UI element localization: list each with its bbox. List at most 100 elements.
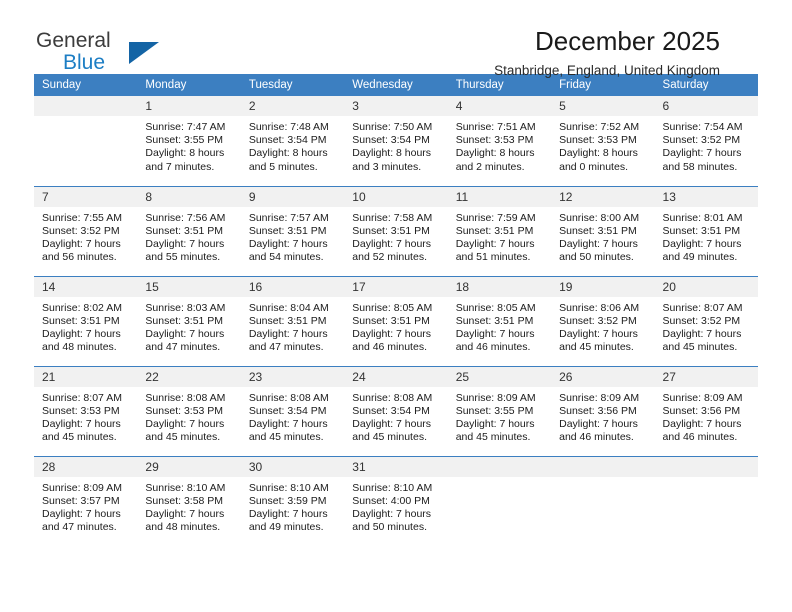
day-detail-line: Daylight: 7 hours bbox=[42, 417, 121, 430]
calendar-empty-cell bbox=[34, 96, 138, 186]
day-detail-line: Sunrise: 7:48 AM bbox=[248, 121, 329, 133]
day-detail-line: and 5 minutes. bbox=[248, 160, 318, 173]
day-detail-line: Sunrise: 8:09 AM bbox=[455, 391, 536, 404]
day-detail-line: and 49 minutes. bbox=[662, 251, 738, 264]
day-detail-line: Daylight: 7 hours bbox=[145, 507, 225, 520]
calendar-day-cell[interactable]: 15 Sunrise: 8:03 AM Sunset: 3:51 PM Dayligh… bbox=[137, 275, 241, 366]
day-detail-line: Sunset: 3:54 PM bbox=[352, 134, 430, 147]
calendar-day-cell[interactable]: 25 Sunrise: 8:09 AM Sunset: 3:55 PM Dayligh… bbox=[447, 365, 552, 456]
calendar-day-cell[interactable]: 11 Sunrise: 7:59 AM Sunset: 3:51 PM Dayligh… bbox=[447, 185, 552, 276]
general-blue-logo[interactable]: General Blue bbox=[36, 30, 216, 78]
day-detail-line: Sunrise: 7:52 AM bbox=[559, 121, 640, 133]
day-detail-line: Sunrise: 8:05 AM bbox=[455, 301, 536, 314]
calendar-day-cell[interactable]: 17 Sunrise: 8:05 AM Sunset: 3:51 PM Dayligh… bbox=[344, 275, 448, 366]
day-detail-line: Sunrise: 8:05 AM bbox=[352, 301, 433, 314]
calendar-day-cell[interactable]: 5 Sunrise: 7:52 AM Sunset: 3:53 PM Daylight… bbox=[551, 96, 655, 186]
calendar-day-cell[interactable]: 29 Sunrise: 8:10 AM Sunset: 3:58 PM Dayligh… bbox=[137, 455, 241, 546]
day-detail-line: and 46 minutes. bbox=[559, 431, 634, 444]
calendar-day-cell[interactable]: 16 Sunrise: 8:04 AM Sunset: 3:51 PM Dayligh… bbox=[240, 275, 345, 366]
calendar-body: 1 Sunrise: 7:47 AM Sunset: 3:55 PM Daylight… bbox=[34, 96, 758, 546]
day-details: Sunrise: 7:47 AM Sunset: 3:55 PM Daylight:… bbox=[137, 116, 240, 174]
day-number: 31 bbox=[344, 456, 448, 477]
calendar-day-cell[interactable]: 2 Sunrise: 7:48 AM Sunset: 3:54 PM Daylight… bbox=[240, 96, 345, 186]
day-details: Sunrise: 7:57 AM Sunset: 3:51 PM Daylight:… bbox=[241, 207, 344, 265]
day-number: 15 bbox=[137, 276, 241, 297]
day-detail-line: Sunset: 3:51 PM bbox=[352, 314, 430, 327]
calendar-day-cell[interactable]: 3 Sunrise: 7:50 AM Sunset: 3:54 PM Daylight… bbox=[344, 96, 448, 186]
day-detail-line: and 2 minutes. bbox=[455, 160, 525, 173]
calendar-day-cell[interactable]: 30 Sunrise: 8:10 AM Sunset: 3:59 PM Dayligh… bbox=[240, 455, 345, 546]
calendar-day-cell[interactable]: 31 Sunrise: 8:10 AM Sunset: 4:00 PM Dayligh… bbox=[344, 455, 448, 546]
day-detail-line: Sunset: 3:53 PM bbox=[455, 134, 534, 147]
day-detail-line: Daylight: 7 hours bbox=[559, 237, 638, 250]
day-number: 1 bbox=[137, 96, 241, 116]
day-detail-line: Sunrise: 7:57 AM bbox=[248, 211, 329, 224]
calendar-day-cell[interactable]: 7 Sunrise: 7:55 AM Sunset: 3:52 PM Daylight… bbox=[34, 185, 138, 276]
day-details: Sunrise: 7:55 AM Sunset: 3:52 PM Daylight:… bbox=[34, 207, 137, 265]
day-detail-line: and 45 minutes. bbox=[455, 431, 531, 444]
day-detail-line: Daylight: 7 hours bbox=[455, 237, 535, 250]
day-detail-line: Sunset: 3:51 PM bbox=[455, 224, 534, 237]
day-number: 8 bbox=[137, 186, 241, 207]
calendar-day-cell[interactable]: 28 Sunrise: 8:09 AM Sunset: 3:57 PM Dayligh… bbox=[34, 455, 138, 546]
calendar-day-cell[interactable]: 19 Sunrise: 8:06 AM Sunset: 3:52 PM Dayligh… bbox=[551, 275, 655, 366]
day-detail-line: Sunrise: 8:07 AM bbox=[662, 301, 743, 314]
day-detail-line: and 49 minutes. bbox=[248, 521, 324, 534]
day-detail-line: Sunset: 3:51 PM bbox=[248, 224, 327, 237]
calendar-day-cell[interactable]: 8 Sunrise: 7:56 AM Sunset: 3:51 PM Daylight… bbox=[137, 185, 241, 276]
day-details: Sunrise: 8:08 AM Sunset: 3:54 PM Daylight:… bbox=[241, 387, 344, 445]
day-detail-line: Daylight: 7 hours bbox=[559, 417, 638, 430]
day-detail-line: Sunrise: 8:10 AM bbox=[352, 481, 433, 494]
calendar-day-cell[interactable]: 27 Sunrise: 8:09 AM Sunset: 3:56 PM Dayligh… bbox=[654, 365, 758, 456]
calendar-day-cell[interactable]: 9 Sunrise: 7:57 AM Sunset: 3:51 PM Daylight… bbox=[240, 185, 345, 276]
calendar-week-row: 14 Sunrise: 8:02 AM Sunset: 3:51 PM Dayligh… bbox=[34, 275, 758, 366]
calendar-day-cell[interactable]: 21 Sunrise: 8:07 AM Sunset: 3:53 PM Dayligh… bbox=[34, 365, 138, 456]
calendar-day-cell[interactable]: 18 Sunrise: 8:05 AM Sunset: 3:51 PM Dayligh… bbox=[447, 275, 552, 366]
day-number bbox=[654, 456, 758, 477]
calendar-day-cell[interactable]: 6 Sunrise: 7:54 AM Sunset: 3:52 PM Daylight… bbox=[654, 96, 758, 186]
day-details: Sunrise: 7:48 AM Sunset: 3:54 PM Daylight:… bbox=[241, 116, 344, 174]
calendar-table: Sunday Monday Tuesday Wednesday Thursday Frid… bbox=[34, 74, 758, 546]
calendar-day-cell[interactable]: 20 Sunrise: 8:07 AM Sunset: 3:52 PM Dayligh… bbox=[654, 275, 758, 366]
day-detail-line: Sunset: 3:52 PM bbox=[662, 314, 741, 327]
day-detail-line: Sunset: 3:55 PM bbox=[145, 134, 224, 147]
day-detail-line: Sunrise: 8:08 AM bbox=[352, 391, 433, 404]
day-detail-line: Sunset: 4:00 PM bbox=[352, 494, 430, 507]
day-details: Sunrise: 8:01 AM Sunset: 3:51 PM Daylight:… bbox=[655, 207, 758, 265]
day-detail-line: Sunrise: 7:54 AM bbox=[662, 121, 743, 133]
day-detail-line: Daylight: 7 hours bbox=[352, 237, 432, 250]
calendar-day-cell[interactable]: 26 Sunrise: 8:09 AM Sunset: 3:56 PM Dayligh… bbox=[551, 365, 655, 456]
calendar-empty-cell bbox=[551, 455, 655, 546]
day-details: Sunrise: 7:51 AM Sunset: 3:53 PM Daylight:… bbox=[448, 116, 551, 174]
day-details: Sunrise: 8:08 AM Sunset: 3:54 PM Daylight:… bbox=[344, 387, 447, 445]
day-detail-line: and 45 minutes. bbox=[559, 341, 634, 354]
day-number: 12 bbox=[551, 186, 655, 207]
calendar-day-cell[interactable]: 10 Sunrise: 7:58 AM Sunset: 3:51 PM Dayligh… bbox=[344, 185, 448, 276]
day-detail-line: Daylight: 7 hours bbox=[248, 237, 328, 250]
day-detail-line: and 50 minutes. bbox=[559, 251, 634, 264]
day-number: 5 bbox=[551, 96, 655, 116]
day-number bbox=[551, 456, 655, 477]
day-detail-line: Daylight: 7 hours bbox=[248, 327, 328, 340]
day-detail-line: Sunrise: 7:55 AM bbox=[42, 211, 122, 224]
day-details: Sunrise: 8:02 AM Sunset: 3:51 PM Daylight:… bbox=[34, 297, 137, 355]
calendar-day-cell[interactable]: 14 Sunrise: 8:02 AM Sunset: 3:51 PM Dayligh… bbox=[34, 275, 138, 366]
day-number: 28 bbox=[34, 456, 138, 477]
calendar-day-cell[interactable]: 4 Sunrise: 7:51 AM Sunset: 3:53 PM Daylight… bbox=[447, 96, 552, 186]
calendar-day-cell[interactable]: 1 Sunrise: 7:47 AM Sunset: 3:55 PM Daylight… bbox=[137, 96, 241, 186]
calendar-day-cell[interactable]: 23 Sunrise: 8:08 AM Sunset: 3:54 PM Dayligh… bbox=[240, 365, 345, 456]
calendar-day-cell[interactable]: 13 Sunrise: 8:01 AM Sunset: 3:51 PM Dayligh… bbox=[654, 185, 758, 276]
day-detail-line: Sunset: 3:51 PM bbox=[455, 314, 534, 327]
day-number: 27 bbox=[654, 366, 758, 387]
day-details: Sunrise: 8:10 AM Sunset: 3:58 PM Daylight:… bbox=[137, 477, 240, 535]
day-detail-line: Sunrise: 7:58 AM bbox=[352, 211, 433, 224]
day-detail-line: Daylight: 7 hours bbox=[662, 327, 742, 340]
day-details: Sunrise: 8:05 AM Sunset: 3:51 PM Daylight:… bbox=[448, 297, 551, 355]
calendar-day-cell[interactable]: 12 Sunrise: 8:00 AM Sunset: 3:51 PM Dayligh… bbox=[551, 185, 655, 276]
calendar-day-cell[interactable]: 22 Sunrise: 8:08 AM Sunset: 3:53 PM Dayligh… bbox=[137, 365, 241, 456]
calendar-empty-cell bbox=[447, 455, 552, 546]
day-number: 13 bbox=[654, 186, 758, 207]
day-detail-line: Sunrise: 8:06 AM bbox=[559, 301, 640, 314]
day-detail-line: and 58 minutes. bbox=[662, 160, 738, 173]
calendar-day-cell[interactable]: 24 Sunrise: 8:08 AM Sunset: 3:54 PM Dayligh… bbox=[344, 365, 448, 456]
